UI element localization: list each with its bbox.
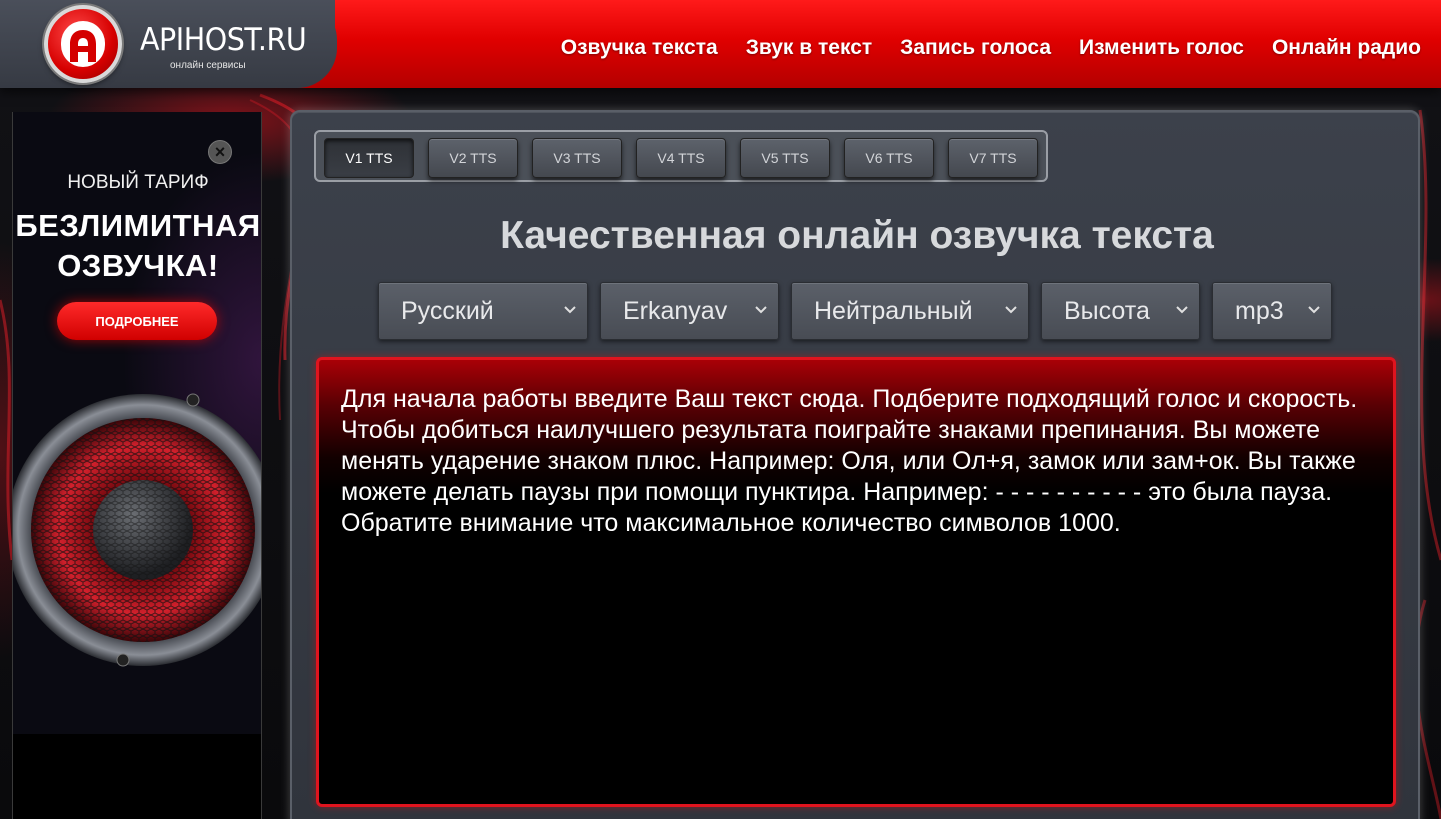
ad-headline-line2: ОЗВУЧКА! — [57, 248, 219, 283]
nav-item-speech-to-text[interactable]: Звук в текст — [746, 36, 872, 60]
voice-settings: Русский Erkanyav Нейтральный Высота mp3 — [378, 282, 1332, 340]
emotion-select[interactable]: Нейтральный — [791, 282, 1029, 340]
voice-select-value: Erkanyav — [623, 296, 728, 325]
tab-v1-tts[interactable]: V1 TTS — [324, 138, 414, 178]
tab-v5-tts[interactable]: V5 TTS — [740, 138, 830, 178]
nav-item-online-radio[interactable]: Онлайн радио — [1272, 36, 1421, 60]
chevron-down-icon — [1308, 306, 1320, 314]
tab-v3-tts[interactable]: V3 TTS — [532, 138, 622, 178]
tts-panel: V1 TTS V2 TTS V3 TTS V4 TTS V5 TTS V6 TT… — [290, 110, 1420, 819]
language-select-value: Русский — [401, 296, 494, 325]
chevron-down-icon — [755, 306, 767, 314]
text-input-area[interactable]: Для начала работы введите Ваш текст сюда… — [316, 357, 1396, 807]
tab-v6-tts[interactable]: V6 TTS — [844, 138, 934, 178]
ad-banner[interactable]: × НОВЫЙ ТАРИФ БЕЗЛИМИТНАЯ ОЗВУЧКА! ПОДРО… — [12, 112, 262, 819]
speaker-image — [13, 393, 261, 667]
close-icon[interactable]: × — [208, 140, 232, 164]
logo-text[interactable]: APIHOST.RU — [140, 22, 307, 58]
tab-v4-tts[interactable]: V4 TTS — [636, 138, 726, 178]
pitch-select-value: Высота — [1064, 296, 1150, 325]
format-select-value: mp3 — [1235, 296, 1284, 325]
nav-item-text-to-speech[interactable]: Озвучка текста — [561, 36, 718, 60]
ad-headline: БЕЗЛИМИТНАЯ ОЗВУЧКА! — [13, 206, 261, 286]
ad-more-button[interactable]: ПОДРОБНЕЕ — [57, 302, 217, 340]
ad-headline-line1: БЕЗЛИМИТНАЯ — [15, 208, 261, 243]
emotion-select-value: Нейтральный — [814, 296, 973, 325]
chevron-down-icon — [564, 306, 576, 314]
logo-subtitle: онлайн сервисы — [170, 60, 246, 71]
ad-tariff-label: НОВЫЙ ТАРИФ — [67, 172, 209, 193]
version-tabs: V1 TTS V2 TTS V3 TTS V4 TTS V5 TTS V6 TT… — [314, 130, 1048, 182]
language-select[interactable]: Русский — [378, 282, 588, 340]
nav-item-voice-recording[interactable]: Запись голоса — [900, 36, 1051, 60]
pitch-select[interactable]: Высота — [1041, 282, 1200, 340]
tab-v7-tts[interactable]: V7 TTS — [948, 138, 1038, 178]
page-title: Качественная онлайн озвучка текста — [500, 214, 1214, 257]
chevron-down-icon — [1176, 306, 1188, 314]
tab-v2-tts[interactable]: V2 TTS — [428, 138, 518, 178]
chevron-down-icon — [1005, 306, 1017, 314]
nav-item-change-voice[interactable]: Изменить голос — [1079, 36, 1244, 60]
voice-select[interactable]: Erkanyav — [600, 282, 779, 340]
site-header: APIHOST.RU онлайн сервисы Озвучка текста… — [0, 0, 1441, 88]
text-input-content[interactable]: Для начала работы введите Ваш текст сюда… — [341, 384, 1371, 539]
logo-a-icon[interactable] — [44, 5, 122, 83]
format-select[interactable]: mp3 — [1212, 282, 1332, 340]
main-nav: Озвучка текста Звук в текст Запись голос… — [561, 36, 1421, 60]
